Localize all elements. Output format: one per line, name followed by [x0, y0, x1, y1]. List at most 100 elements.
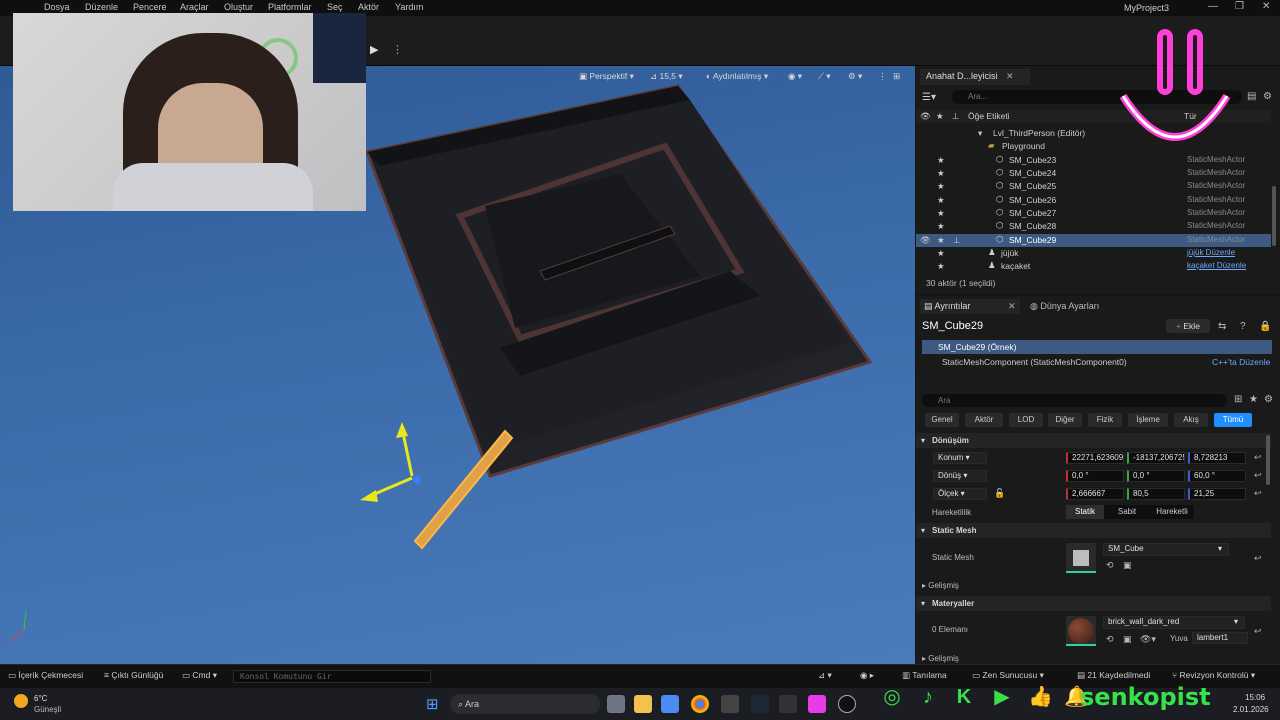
material-visibility-icon[interactable]: 👁▾	[1140, 634, 1156, 645]
console-input[interactable]: Konsol Komutunu Gir	[233, 670, 431, 683]
trace-button[interactable]: ▥ Tanılama	[902, 670, 947, 681]
chrome-icon[interactable]	[691, 695, 709, 713]
unlock-icon[interactable]: 🔓	[994, 488, 1005, 499]
unreal-engine-icon[interactable]	[838, 695, 856, 713]
derived-data-icon[interactable]: ⊿ ▾	[818, 670, 832, 681]
menu-window[interactable]: Pencere	[133, 2, 167, 12]
weather-temp[interactable]: 6°C	[34, 694, 47, 703]
more-options-icon[interactable]: ⋮	[392, 43, 403, 56]
location-mode-dropdown[interactable]: Konum ▾	[933, 452, 987, 464]
component-root-row[interactable]: SM_Cube29 (Örnek)	[922, 340, 1272, 354]
location-x-input[interactable]: 22271,623609	[1066, 452, 1124, 464]
task-view-icon[interactable]	[607, 695, 625, 713]
filter-all[interactable]: Tümü	[1214, 413, 1252, 427]
filter-actor[interactable]: Aktör	[965, 413, 1003, 427]
tree-row-actor[interactable]: ★ ⬡ SM_Cube23 StaticMeshActor	[916, 154, 1271, 167]
favorites-icon[interactable]: ★	[1249, 394, 1258, 405]
scale-mode-dropdown[interactable]: Ölçek ▾	[933, 488, 987, 500]
taskbar-search[interactable]: ⌕ Ara	[450, 694, 600, 714]
details-scrollbar[interactable]	[1266, 435, 1270, 485]
app-icon[interactable]	[721, 695, 739, 713]
tree-row-actor[interactable]: ★ ♟ kaçaket kaçaket Düzenle	[916, 260, 1271, 273]
filter-general[interactable]: Genel	[925, 413, 959, 427]
visibility-icon[interactable]: 👁	[920, 235, 931, 246]
cmd-dropdown[interactable]: ▭ Cmd ▾	[182, 670, 217, 681]
zen-server-button[interactable]: ▭ Zen Sunucusu ▾	[972, 670, 1044, 681]
actor-name[interactable]: SM_Cube29	[922, 320, 983, 332]
steam-icon[interactable]	[751, 695, 769, 713]
lock-icon[interactable]: 🔒	[1259, 321, 1271, 332]
fov-button[interactable]: ⊿ 15,5 ▾	[650, 71, 683, 85]
output-log-button[interactable]: ≡ Çıktı Günlüğü	[104, 670, 163, 680]
lighting-button[interactable]: ◐ Aydınlatılmış ▾	[706, 71, 768, 85]
menu-tools[interactable]: Araçlar	[180, 2, 209, 12]
minimize-icon[interactable]: —	[1208, 1, 1218, 12]
grid-view-icon[interactable]: ⊞	[1234, 394, 1242, 405]
tab-details[interactable]: ▤ Ayrıntılar ✕	[920, 299, 1020, 314]
material-thumbnail[interactable]	[1066, 616, 1096, 646]
browse-material-icon[interactable]: ▣	[1123, 634, 1132, 645]
help-icon[interactable]: ?	[1240, 321, 1246, 332]
layout-icon[interactable]: ⊞	[893, 71, 900, 85]
static-mesh-dropdown[interactable]: SM_Cube ▾	[1103, 543, 1229, 556]
menu-create[interactable]: Oluştur	[224, 2, 253, 12]
tree-row-actor[interactable]: ★ ♟ jüjük jüjük Düzenle	[916, 247, 1271, 260]
close-tab-icon[interactable]: ✕	[1008, 301, 1016, 312]
menu-edit[interactable]: Düzenle	[85, 2, 118, 12]
col-label-header[interactable]: Öğe Etiketi	[968, 110, 1010, 123]
slot-name-input[interactable]: lambert1	[1192, 632, 1248, 644]
rotation-z-input[interactable]: 60,0 °	[1188, 470, 1246, 482]
location-z-input[interactable]: 8,728213	[1188, 452, 1246, 464]
content-drawer-button[interactable]: ▭ İçerik Çekmecesi	[8, 670, 83, 681]
transform-section-header[interactable]: ▾ Dönüşüm	[916, 433, 1271, 448]
mobility-static-option[interactable]: Statik	[1066, 505, 1104, 519]
file-explorer-icon[interactable]	[634, 695, 652, 713]
menu-select[interactable]: Seç	[327, 2, 343, 12]
tree-row-actor-selected[interactable]: 👁 ★ ⊥ ⬡ SM_Cube29 StaticMeshActor	[916, 234, 1271, 247]
tree-row-actor[interactable]: ★ ⬡ SM_Cube26 StaticMeshActor	[916, 194, 1271, 207]
advanced-expander[interactable]: ▸ Gelişmiş	[922, 581, 959, 590]
advanced-expander-2[interactable]: ▸ Gelişmiş	[922, 654, 959, 663]
windows-start-icon[interactable]: ⊞	[426, 695, 439, 713]
star-icon[interactable]: ★	[937, 208, 945, 219]
star-icon[interactable]: ★	[937, 168, 945, 179]
star-icon[interactable]: ★	[937, 221, 945, 232]
play-icon[interactable]: ▶	[370, 43, 378, 56]
show-icon[interactable]: ◉ ▾	[788, 71, 802, 85]
materials-section-header[interactable]: ▾ Materyaller	[916, 596, 1271, 611]
close-icon[interactable]: ✕	[1262, 1, 1270, 12]
epic-games-icon[interactable]	[779, 695, 797, 713]
star-icon[interactable]: ★	[937, 195, 945, 206]
blueprint-icon[interactable]: ⇆	[1218, 321, 1226, 332]
filter-streaming[interactable]: Akış	[1174, 413, 1208, 427]
options-icon[interactable]: ⋮	[878, 71, 887, 85]
tree-row-actor[interactable]: ★ ⬡ SM_Cube25 StaticMeshActor	[916, 180, 1271, 193]
use-selected-icon[interactable]: ⟲	[1106, 560, 1114, 571]
reset-location-icon[interactable]: ↩	[1254, 452, 1262, 463]
add-component-button[interactable]: + Ekle	[1166, 319, 1210, 333]
outliner-settings-icon[interactable]: ⚙	[1263, 91, 1272, 102]
mesh-thumbnail[interactable]	[1066, 543, 1096, 573]
use-selected-material-icon[interactable]: ⟲	[1106, 634, 1114, 645]
outliner-scrollbar[interactable]	[1272, 186, 1276, 246]
store-icon[interactable]	[661, 695, 679, 713]
reset-material-icon[interactable]: ↩	[1254, 626, 1262, 637]
mobility-stationary-option[interactable]: Sabit	[1108, 505, 1146, 519]
folder-add-icon[interactable]: ▤	[1247, 91, 1256, 102]
component-row[interactable]: StaticMeshComponent (StaticMeshComponent…	[942, 357, 1127, 367]
filter-rendering[interactable]: İşleme	[1128, 413, 1168, 427]
close-tab-icon[interactable]: ✕	[1006, 71, 1014, 81]
app-pink-icon[interactable]	[808, 695, 826, 713]
reset-scale-icon[interactable]: ↩	[1254, 488, 1262, 499]
star-icon[interactable]: ★	[937, 248, 945, 259]
details-search-input[interactable]: Ara	[922, 394, 1227, 407]
tree-row-edit-link[interactable]: kaçaket Düzenle	[1187, 261, 1246, 270]
filter-physics[interactable]: Fizik	[1088, 413, 1122, 427]
source-control-icon[interactable]: ◉ ▸	[860, 670, 874, 681]
menu-help[interactable]: Yardım	[395, 2, 423, 12]
filter-other[interactable]: Diğer	[1048, 413, 1082, 427]
details-settings-icon[interactable]: ⚙	[1264, 394, 1273, 405]
material-dropdown[interactable]: brick_wall_dark_red ▾	[1103, 616, 1245, 629]
reset-rotation-icon[interactable]: ↩	[1254, 470, 1262, 481]
unsaved-button[interactable]: ▤ 21 Kaydedilmedi	[1077, 670, 1150, 681]
